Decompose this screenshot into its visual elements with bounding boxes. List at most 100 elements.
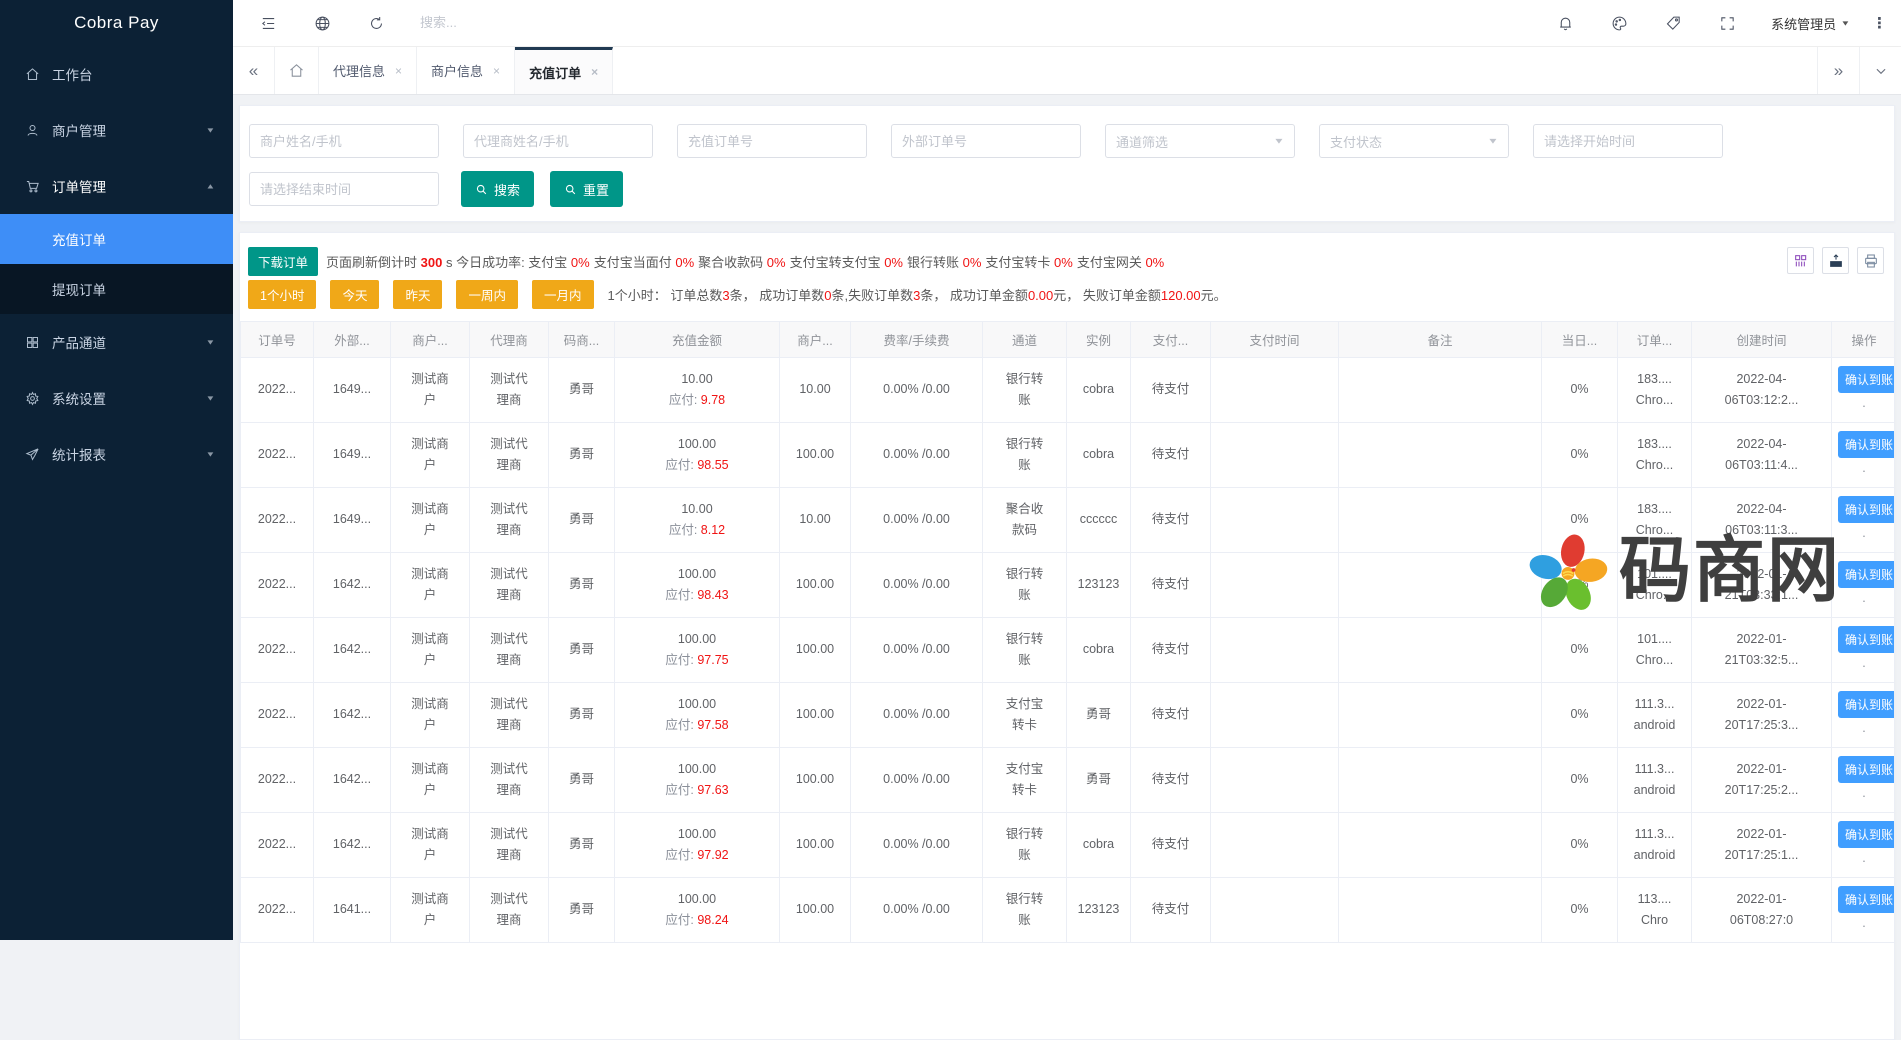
actions-truncated: . [1862,786,1865,800]
cell-coder: 勇哥 [549,423,615,488]
confirm-arrival-button[interactable]: 确认到账 [1838,691,1895,718]
recharge-order-no-input[interactable] [677,124,867,158]
cell-channel: 银行转账 [983,358,1067,423]
range-button-1[interactable]: 今天 [330,280,379,309]
bell-icon[interactable] [1555,13,1575,33]
sidebar-item-label: 商户管理 [52,120,106,140]
home-tab[interactable] [275,47,319,94]
cell-remark [1339,553,1542,618]
cell-today-rate: 0% [1542,748,1618,813]
cell-agent: 测试代理商 [470,358,549,423]
confirm-arrival-button[interactable]: 确认到账 [1838,431,1895,458]
actions-truncated: . [1862,721,1865,735]
sidebar-item-recharge-orders[interactable]: 充值订单 [0,214,233,264]
amount-value: 100.00 [621,564,773,585]
confirm-arrival-button[interactable]: 确认到账 [1838,886,1895,913]
cell-instance: cobra [1067,358,1131,423]
confirm-arrival-button[interactable]: 确认到账 [1838,496,1895,523]
top-header: 系统管理员 ▼ ⋮ [233,0,1901,47]
cell-order-no: 2022... [241,683,314,748]
search-input[interactable] [420,15,620,30]
external-order-no-input[interactable] [891,124,1081,158]
cell-fee: 0.00% /0.00 [851,358,983,423]
table-header-cell: 通道 [983,322,1067,358]
refresh-icon[interactable] [366,13,386,33]
sidebar-item-product-channels[interactable]: 产品通道 ▼ [0,314,233,370]
agent-name-input[interactable] [463,124,653,158]
fullscreen-icon[interactable] [1717,13,1737,33]
sidebar-item-merchants[interactable]: 商户管理 ▼ [0,102,233,158]
channel-rate-value: 0% [571,255,590,270]
kebab-menu-icon[interactable]: ⋮ [1872,14,1887,32]
tab-agent-info[interactable]: 代理信息 × [319,47,417,94]
menu-fold-icon[interactable] [258,13,278,33]
table-row: 2022...1649...测试商户测试代理商勇哥100.00应付: 98.55… [241,423,1896,488]
sidebar-item-withdraw-orders[interactable]: 提现订单 [0,264,233,314]
columns-icon[interactable] [1787,247,1814,274]
gear-icon [24,390,40,406]
end-time-input[interactable] [249,172,439,206]
due-value: 97.92 [697,848,728,862]
cell-fee: 0.00% /0.00 [851,423,983,488]
cell-today-rate: 0% [1542,423,1618,488]
amount-due: 应付: 97.92 [621,845,773,866]
created-line2: 20T17:25:2... [1698,780,1825,801]
user-menu[interactable]: 系统管理员 ▼ [1771,14,1850,33]
sidebar-item-statistics[interactable]: 统计报表 ▼ [0,426,233,482]
chevron-down-icon: ▼ [206,338,216,346]
start-time-input[interactable] [1533,124,1723,158]
orders-table: 订单号外部...商户...代理商码商...充值金额商户...费率/手续费通道实例… [240,321,1895,943]
refresh-countdown-value: 300 [421,255,443,270]
sidebar-item-system-settings[interactable]: 系统设置 ▼ [0,370,233,426]
cell-created-time: 2022-01-20T17:25:2... [1692,748,1832,813]
home-icon [24,66,40,82]
amount-value: 100.00 [621,824,773,845]
confirm-arrival-button[interactable]: 确认到账 [1838,756,1895,783]
tab-recharge-orders[interactable]: 充值订单 × [515,47,613,94]
print-icon[interactable] [1857,247,1884,274]
range-button-2[interactable]: 昨天 [393,280,442,309]
confirm-arrival-button[interactable]: 确认到账 [1838,626,1895,653]
cell-agent: 测试代理商 [470,683,549,748]
cell-remark [1339,878,1542,943]
range-button-3[interactable]: 一周内 [456,280,518,309]
reset-button[interactable]: 重置 [550,171,623,207]
tabs-scroll-left-icon[interactable]: « [233,47,275,94]
order-source-line1: 101.... [1624,629,1685,650]
cell-remark [1339,358,1542,423]
tabs-scroll-right-icon[interactable]: » [1817,47,1859,94]
success-rate-label: s 今日成功率: [442,255,528,270]
cell-coder: 勇哥 [549,618,615,683]
close-icon[interactable]: × [395,64,402,78]
confirm-arrival-button[interactable]: 确认到账 [1838,366,1895,393]
channel-filter-select[interactable]: 通道筛选 ▼ [1105,124,1295,158]
confirm-arrival-button[interactable]: 确认到账 [1838,821,1895,848]
cell-merchant-amount: 100.00 [780,748,851,813]
export-icon[interactable] [1822,247,1849,274]
pay-status-select[interactable]: 支付状态 ▼ [1319,124,1509,158]
table-header-cell: 支付... [1131,322,1211,358]
table-header-cell: 支付时间 [1211,322,1339,358]
range-button-0[interactable]: 1个小时 [248,280,316,309]
cell-order-source: 183....Chro... [1618,358,1692,423]
close-icon[interactable]: × [591,65,598,79]
range-button-4[interactable]: 一月内 [532,280,594,309]
cell-pay-status: 待支付 [1131,553,1211,618]
tag-icon[interactable] [1663,13,1683,33]
close-icon[interactable]: × [493,64,500,78]
cell-coder: 勇哥 [549,813,615,878]
sidebar-item-workbench[interactable]: 工作台 [0,46,233,102]
merchant-name-input[interactable] [249,124,439,158]
cell-external-no: 1641... [314,878,391,943]
tabs-menu-chevron-icon[interactable] [1859,47,1901,94]
palette-icon[interactable] [1609,13,1629,33]
cell-merchant-amount: 10.00 [780,358,851,423]
confirm-arrival-button[interactable]: 确认到账 [1838,561,1895,588]
globe-icon[interactable] [312,13,332,33]
download-orders-button[interactable]: 下载订单 [248,247,318,276]
due-value: 98.24 [697,913,728,927]
tab-merchant-info[interactable]: 商户信息 × [417,47,515,94]
search-button[interactable]: 搜索 [461,171,534,207]
orders-card: 下载订单 页面刷新倒计时 300 s 今日成功率: 支付宝 0%支付宝当面付 0… [239,232,1895,1040]
sidebar-item-orders[interactable]: 订单管理 ▲ [0,158,233,214]
